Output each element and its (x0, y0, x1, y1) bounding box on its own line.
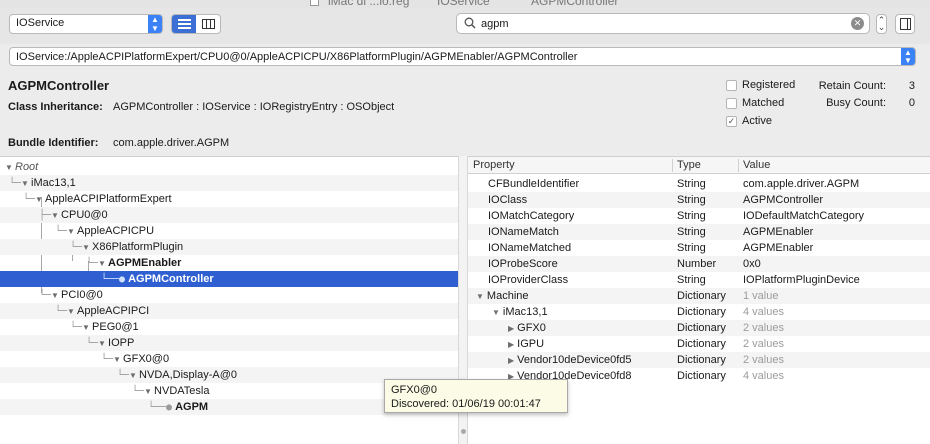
tree-item-iopp[interactable]: └─▼ IOPP (0, 335, 458, 351)
search-field[interactable]: agpm ✕ (456, 13, 870, 34)
disclosure-open-icon: ▼ (51, 291, 59, 300)
class-info-panel: AGPMController Class Inheritance: AGPMCo… (0, 70, 930, 156)
tree-item-agpm-enabler[interactable]: └─▼ AGPMEnabler (0, 255, 458, 271)
disclosure-open-icon[interactable]: ▼ (492, 308, 500, 317)
table-row[interactable]: IOProviderClass String IOPlatformPluginD… (468, 272, 930, 288)
disclosure-closed-icon[interactable]: ▶ (508, 340, 514, 349)
matched-label: Matched (742, 97, 785, 109)
plane-select[interactable]: IOService ▲ ▼ (9, 14, 163, 34)
tree-item-gfx0[interactable]: └─▼ GFX0@0 (0, 351, 458, 367)
table-header: Property Type Value (468, 157, 930, 174)
table-row[interactable]: IOMatchCategory String IODefaultMatchCat… (468, 208, 930, 224)
disclosure-closed-icon[interactable]: ▶ (508, 324, 514, 333)
matched-checkbox[interactable]: Matched (726, 97, 784, 109)
active-label: Active (742, 115, 772, 127)
tree-item-acpi-platform-expert[interactable]: └─▼ AppleACPIPlatformExpert (0, 191, 458, 207)
disclosure-closed-icon[interactable]: ▶ (508, 356, 514, 365)
inspector-button[interactable] (895, 14, 915, 34)
disclosure-open-icon[interactable]: ▼ (476, 292, 484, 301)
table-row[interactable]: ▼ iMac13,1 Dictionary 4 values (468, 304, 930, 320)
disclosure-open-icon: ▼ (35, 195, 43, 204)
disclosure-open-icon: ▼ (82, 243, 90, 252)
inspector-icon (899, 18, 911, 30)
disclosure-open-icon: ▼ (98, 339, 106, 348)
checkmark-icon: ✓ (726, 115, 737, 127)
disclosure-open-icon: ▼ (82, 323, 90, 332)
tree-item-pci0[interactable]: └─▼ PCI0@0 (0, 287, 458, 303)
search-input[interactable]: agpm (481, 18, 509, 30)
column-header-type[interactable]: Type (677, 159, 701, 171)
chevron-updown-icon: ⌃ ⌄ (877, 15, 886, 32)
path-bar[interactable]: IOService:/AppleACPIPlatformExpert/CPU0@… (9, 47, 916, 66)
disclosure-open-icon: ▼ (21, 179, 29, 188)
tree-item-acpi-pci[interactable]: └─▼ AppleACPIPCI (0, 303, 458, 319)
registered-label: Registered (742, 79, 796, 91)
tree-item-peg0[interactable]: └─▼ PEG0@1 (0, 319, 458, 335)
registered-checkbox[interactable]: Registered (726, 79, 795, 91)
tooltip: GFX0@0 Discovered: 01/06/19 00:01:47 (384, 379, 568, 413)
table-row[interactable]: CFBundleIdentifier String com.apple.driv… (468, 176, 930, 192)
path-value: IOService:/AppleACPIPlatformExpert/CPU0@… (16, 51, 578, 63)
column-header-value[interactable]: Value (743, 159, 770, 171)
chevron-updown-icon: ▲ ▼ (148, 15, 162, 33)
class-title: AGPMController (8, 78, 110, 93)
window-title-plane: IOService (437, 0, 490, 8)
column-view-icon (201, 19, 215, 29)
search-icon (464, 17, 476, 29)
disclosure-open-icon: ▼ (67, 227, 75, 236)
inheritance-value: AGPMController : IOService : IORegistryE… (113, 101, 395, 113)
table-row[interactable]: IONameMatch String AGPMEnabler (468, 224, 930, 240)
retain-count-value: 3 (908, 80, 915, 92)
table-row[interactable]: ▶ GFX0 Dictionary 2 values (468, 320, 930, 336)
table-row[interactable]: IOProbeScore Number 0x0 (468, 256, 930, 272)
chevron-updown-icon: ▲ ▼ (901, 48, 915, 65)
disclosure-open-icon: ▼ (129, 371, 137, 380)
column-header-property[interactable]: Property (473, 159, 515, 171)
tooltip-discovered: Discovered: 01/06/19 00:01:47 (391, 398, 541, 410)
disclosure-open-icon: ▼ (113, 355, 121, 364)
checkbox-box (726, 97, 737, 109)
window-title: iMac di ...lo.reg (328, 0, 410, 8)
tree-item-imac[interactable]: └─▼ iMac13,1 (0, 175, 458, 191)
disclosure-open-icon: ▼ (144, 387, 152, 396)
disclosure-open-icon: ▼ (98, 259, 106, 268)
disclosure-open-icon: ▼ (5, 163, 13, 172)
window-title-class: AGPMController (531, 0, 619, 8)
view-mode-segmented[interactable] (171, 14, 221, 34)
inheritance-label: Class Inheritance: (8, 101, 103, 113)
tree-item-cpu0[interactable]: ├─▼ CPU0@0 (0, 207, 458, 223)
bundle-id-value: com.apple.driver.AGPM (113, 137, 230, 149)
tooltip-title: GFX0@0 (391, 384, 438, 396)
table-row[interactable]: ▶ IGPU Dictionary 2 values (468, 336, 930, 352)
bundle-id-label: Bundle Identifier: (8, 137, 99, 149)
list-view-button[interactable] (172, 15, 196, 33)
title-bar: iMac di ...lo.reg IOService AGPMControll… (0, 0, 930, 8)
active-checkbox[interactable]: ✓ Active (726, 115, 772, 127)
document-icon (310, 0, 319, 6)
disclosure-open-icon: ▼ (67, 307, 75, 316)
table-row[interactable]: IOClass String AGPMController (468, 192, 930, 208)
tree-item-agpm-controller[interactable]: └──● AGPMController (0, 271, 458, 287)
table-row[interactable]: ▶ Vendor10deDevice0fd5 Dictionary 2 value… (468, 352, 930, 368)
busy-count-value: 0 (908, 97, 915, 109)
retain-count-label: Retain Count: (818, 80, 886, 92)
tree-item-x86-platform-plugin[interactable]: └─▼ X86PlatformPlugin (0, 239, 458, 255)
list-view-icon (177, 19, 191, 29)
table-row[interactable]: ▼ Machine Dictionary 1 value (468, 288, 930, 304)
busy-count-label: Busy Count: (826, 97, 886, 109)
search-options-button[interactable]: ⌃ ⌄ (876, 14, 887, 34)
column-view-button[interactable] (196, 15, 220, 33)
tree-item-acpi-cpu[interactable]: └─▼ AppleACPICPU (0, 223, 458, 239)
drag-handle-icon (461, 429, 466, 434)
clear-icon[interactable]: ✕ (851, 17, 864, 30)
tree-item-root[interactable]: ▼ Root (0, 159, 458, 175)
table-row[interactable]: IONameMatched String AGPMEnabler (468, 240, 930, 256)
disclosure-open-icon: ▼ (51, 211, 59, 220)
plane-select-value: IOService (16, 17, 65, 29)
checkbox-box (726, 79, 737, 91)
